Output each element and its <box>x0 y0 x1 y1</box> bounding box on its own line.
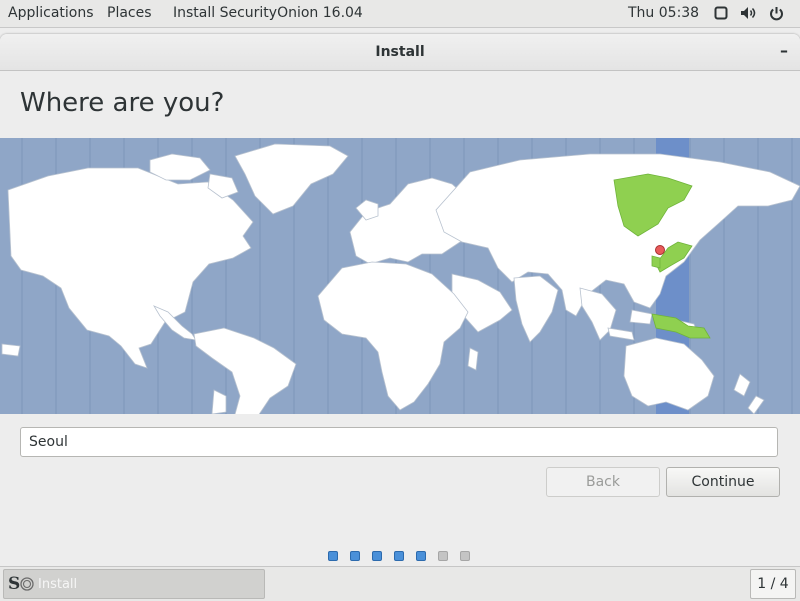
progress-dot <box>350 551 360 561</box>
top-panel: Applications Places Install SecurityOnio… <box>0 0 800 28</box>
progress-dot <box>416 551 426 561</box>
places-menu[interactable]: Places <box>107 5 152 21</box>
progress-dot <box>438 551 448 561</box>
progress-dot <box>394 551 404 561</box>
progress-dot <box>372 551 382 561</box>
progress-dot <box>460 551 470 561</box>
location-marker <box>655 245 665 255</box>
minimize-button[interactable]: – <box>774 41 794 61</box>
onion-logo-icon <box>20 577 34 591</box>
clock[interactable]: Thu 05:38 <box>628 5 699 21</box>
workspace-indicator[interactable]: 1 / 4 <box>750 569 796 599</box>
app-menu[interactable]: Install SecurityOnion 16.04 <box>173 5 363 21</box>
power-icon[interactable] <box>767 4 785 22</box>
city-input[interactable] <box>20 427 778 457</box>
continue-button[interactable]: Continue <box>666 467 780 497</box>
back-button[interactable]: Back <box>546 467 660 497</box>
bottom-panel: S Install 1 / 4 <box>0 566 800 601</box>
progress-dot <box>328 551 338 561</box>
display-icon[interactable] <box>712 4 730 22</box>
securityonion-icon: S <box>8 574 21 594</box>
task-label: Install <box>38 577 78 592</box>
volume-icon[interactable] <box>739 4 757 22</box>
install-window: Install – Where are you? Seoul Back Cont… <box>0 34 800 566</box>
page-title: Where are you? <box>20 88 225 118</box>
applications-menu[interactable]: Applications <box>8 5 94 21</box>
timezone-map[interactable] <box>0 138 800 414</box>
task-install[interactable]: S Install <box>3 569 265 599</box>
window-title: Install <box>375 44 425 60</box>
title-bar[interactable]: Install – <box>0 34 800 71</box>
